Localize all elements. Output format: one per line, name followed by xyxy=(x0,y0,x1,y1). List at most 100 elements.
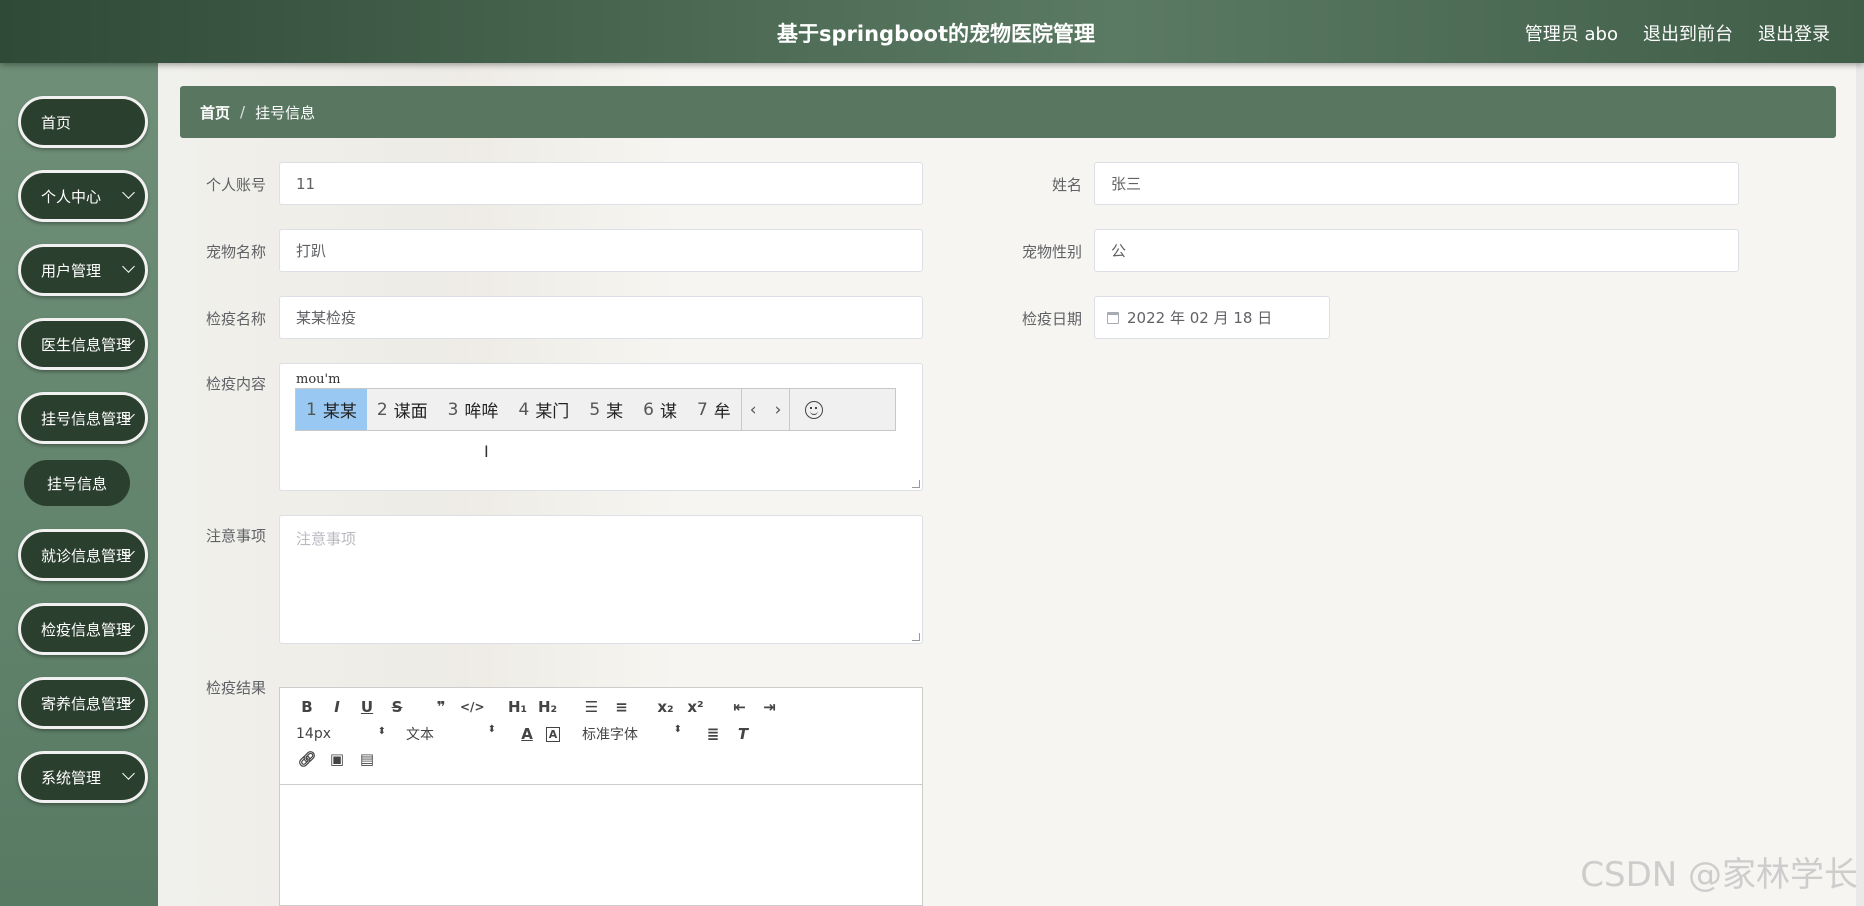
quarantine-date-picker[interactable]: 2022 年 02 月 18 日 xyxy=(1094,296,1330,339)
ime-candidate[interactable]: 4 某门 xyxy=(508,389,579,430)
text-cursor-icon: I xyxy=(484,442,489,461)
sidebar-item-label: 寄养信息管理 xyxy=(41,694,132,713)
clear-format-icon[interactable]: T xyxy=(732,725,754,743)
sidebar-item-label: 医生信息管理 xyxy=(41,335,132,354)
bold-icon[interactable]: B xyxy=(296,698,318,716)
resize-handle-icon[interactable] xyxy=(912,633,920,641)
heading2-icon[interactable]: H₂ xyxy=(537,698,559,716)
ime-candidate-number: 4 xyxy=(518,399,530,420)
ime-candidate-number: 1 xyxy=(306,399,317,420)
sidebar-item-label: 就诊信息管理 xyxy=(41,546,132,565)
sidebar-item-quarantine-management[interactable]: 检疫信息管理 xyxy=(18,603,148,655)
rich-text-editor[interactable]: B I U S ❞ </> H₁ H₂ ☰ ≡ x₂ x² ⇤ ⇥ 14px ⬍ … xyxy=(279,687,923,906)
link-icon[interactable]: 🔗︎ xyxy=(296,750,318,768)
notes-placeholder: 注意事项 xyxy=(296,530,357,548)
breadcrumb-home[interactable]: 首页 xyxy=(200,102,230,123)
strikethrough-icon[interactable]: S xyxy=(386,698,408,716)
ime-candidate[interactable]: 6谋 xyxy=(633,389,687,430)
chevron-down-icon xyxy=(122,186,135,199)
font-size-select[interactable]: 14px ⬍ xyxy=(296,726,386,742)
pet-name-field[interactable]: 打趴 xyxy=(279,229,923,272)
superscript-icon[interactable]: x² xyxy=(685,698,707,716)
watermark: CSDN @家林学长 xyxy=(1580,855,1858,895)
ime-candidate-number: 2 xyxy=(376,399,388,420)
text-type-select[interactable]: 文本 ⬍ xyxy=(406,724,496,744)
sidebar-item-label: 挂号信息管理 xyxy=(41,409,132,428)
sidebar-item-label: 系统管理 xyxy=(41,768,102,787)
notes-label: 注意事项 xyxy=(205,527,266,545)
ime-candidate-text: 谋面 xyxy=(393,402,428,422)
ime-emoji-button[interactable] xyxy=(789,389,837,430)
smiley-icon xyxy=(804,400,823,419)
ime-candidate-number: 6 xyxy=(643,399,654,420)
ime-candidate[interactable]: 1 某某 xyxy=(296,389,367,430)
font-family-value: 标准字体 xyxy=(582,727,638,743)
italic-icon[interactable]: I xyxy=(326,698,348,716)
ime-candidate[interactable]: 3 哞哞 xyxy=(438,389,509,430)
sidebar-item-user-management[interactable]: 用户管理 xyxy=(18,244,148,296)
image-icon[interactable]: ▣ xyxy=(326,750,348,768)
ime-candidate-text: 谋 xyxy=(659,402,677,422)
ime-candidate-number: 7 xyxy=(696,399,708,420)
subscript-icon[interactable]: x₂ xyxy=(655,698,677,716)
sidebar-item-home[interactable]: 首页 xyxy=(18,96,148,148)
outdent-icon[interactable]: ⇤ xyxy=(729,698,751,716)
sidebar-item-label: 检疫信息管理 xyxy=(41,620,132,639)
heading1-icon[interactable]: H₁ xyxy=(507,698,529,716)
logout-link[interactable]: 退出登录 xyxy=(1758,20,1830,46)
ime-candidate-text: 哞哞 xyxy=(464,402,499,422)
ime-candidate-text: 某某 xyxy=(322,402,357,422)
sidebar-item-personal-center[interactable]: 个人中心 xyxy=(18,170,148,222)
font-family-select[interactable]: 标准字体 ⬍ xyxy=(582,724,682,744)
bullet-list-icon[interactable]: ≡ xyxy=(611,698,633,716)
resize-handle-icon[interactable] xyxy=(912,480,920,488)
vertical-scrollbar[interactable] xyxy=(1856,63,1864,906)
ordered-list-icon[interactable]: ☰ xyxy=(581,698,603,716)
blockquote-icon[interactable]: ❞ xyxy=(430,698,452,716)
quarantine-result-label: 检疫结果 xyxy=(205,679,266,697)
ime-candidate[interactable]: 7牟 xyxy=(687,389,741,430)
ime-composition: mou'm xyxy=(296,372,341,387)
chevron-right-icon[interactable]: › xyxy=(775,400,782,420)
back-to-front-link[interactable]: 退出到前台 xyxy=(1643,20,1733,46)
sidebar-item-visit-management[interactable]: 就诊信息管理 xyxy=(18,529,148,581)
pet-gender-field[interactable]: 公 xyxy=(1094,229,1739,272)
background-color-icon[interactable]: A xyxy=(546,726,560,742)
editor-toolbar: B I U S ❞ </> H₁ H₂ ☰ ≡ x₂ x² ⇤ ⇥ 14px ⬍ … xyxy=(280,688,922,785)
sidebar-item-label: 首页 xyxy=(41,113,72,132)
account-label: 个人账号 xyxy=(205,176,266,194)
ime-candidate[interactable]: 2 谋面 xyxy=(367,389,438,430)
indent-icon[interactable]: ⇥ xyxy=(759,698,781,716)
breadcrumb-current: 挂号信息 xyxy=(255,103,316,122)
ime-candidate[interactable]: 5某 xyxy=(579,389,633,430)
sidebar-item-boarding-management[interactable]: 寄养信息管理 xyxy=(18,677,148,729)
calendar-icon xyxy=(1107,311,1119,324)
video-icon[interactable]: ▤ xyxy=(356,750,378,768)
sidebar-item-registration-management[interactable]: 挂号信息管理 xyxy=(18,392,148,444)
name-field[interactable]: 张三 xyxy=(1094,162,1739,205)
sidebar-subitem-registration-info[interactable]: 挂号信息 xyxy=(24,460,130,506)
select-arrow-icon: ⬍ xyxy=(487,724,496,735)
chevron-down-icon xyxy=(122,260,135,273)
chevron-left-icon[interactable]: ‹ xyxy=(750,400,757,420)
font-size-value: 14px xyxy=(296,726,331,742)
text-type-value: 文本 xyxy=(406,727,434,743)
sidebar-item-label: 用户管理 xyxy=(41,261,102,280)
admin-user-label: 管理员 abo xyxy=(1524,24,1618,45)
account-field[interactable]: 11 xyxy=(279,162,923,205)
sidebar-item-doctor-management[interactable]: 医生信息管理 xyxy=(18,318,148,370)
ime-candidate-number: 5 xyxy=(589,399,601,420)
font-color-icon[interactable]: A xyxy=(516,725,538,743)
pet-gender-label: 宠物性别 xyxy=(1021,243,1082,261)
code-block-icon[interactable]: </> xyxy=(460,700,485,714)
sidebar-item-system-management[interactable]: 系统管理 xyxy=(18,751,148,803)
align-icon[interactable]: ≣ xyxy=(702,725,724,743)
header-links: 管理员 abo 退出到前台 退出登录 xyxy=(1525,20,1830,46)
underline-icon[interactable]: U xyxy=(356,698,378,716)
notes-textarea[interactable]: 注意事项 xyxy=(279,515,923,644)
quarantine-name-field[interactable]: 某某检疫 xyxy=(279,296,923,339)
quarantine-name-label: 检疫名称 xyxy=(205,310,266,328)
ime-candidate-text: 某门 xyxy=(535,402,570,422)
chevron-down-icon xyxy=(122,767,135,780)
ime-candidate-bar: 1 某某 2 谋面 3 哞哞 4 某门 5某 6谋 7牟 ‹ › xyxy=(295,388,896,431)
